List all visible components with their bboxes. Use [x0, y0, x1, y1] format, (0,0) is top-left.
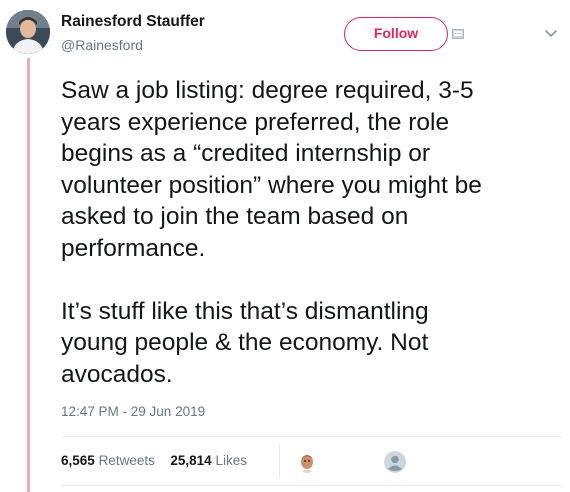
likes-label: Likes: [215, 453, 247, 468]
author-handle[interactable]: @Rainesford: [61, 37, 143, 53]
divider-top: [61, 436, 562, 437]
follow-button[interactable]: Follow: [344, 17, 448, 51]
default-profile-icon[interactable]: [384, 451, 406, 473]
liker-avatar-image: [296, 451, 318, 473]
tweet-stats: 6,565 Retweets 25,814 Likes: [61, 453, 247, 468]
liker-avatar[interactable]: [296, 451, 318, 473]
retweets-count: 6,565: [61, 453, 95, 468]
tweet-timestamp[interactable]: 12:47 PM - 29 Jun 2019: [61, 404, 205, 419]
author-name[interactable]: Rainesford Stauffer: [61, 13, 205, 31]
chevron-down-icon[interactable]: [543, 28, 559, 40]
card-icon: [452, 29, 464, 39]
default-profile-image: [384, 451, 406, 473]
likes-count: 25,814: [170, 453, 212, 468]
retweets-stat[interactable]: 6,565 Retweets: [61, 453, 159, 468]
thread-line: [27, 58, 30, 492]
stats-separator: [279, 444, 280, 478]
divider-bottom: [61, 485, 562, 486]
tweet-text: Saw a job listing: degree required, 3-5 …: [61, 77, 482, 388]
likes-stat[interactable]: 25,814 Likes: [170, 453, 247, 468]
retweets-label: Retweets: [98, 453, 155, 468]
avatar[interactable]: [6, 10, 50, 54]
avatar-image: [6, 10, 50, 54]
